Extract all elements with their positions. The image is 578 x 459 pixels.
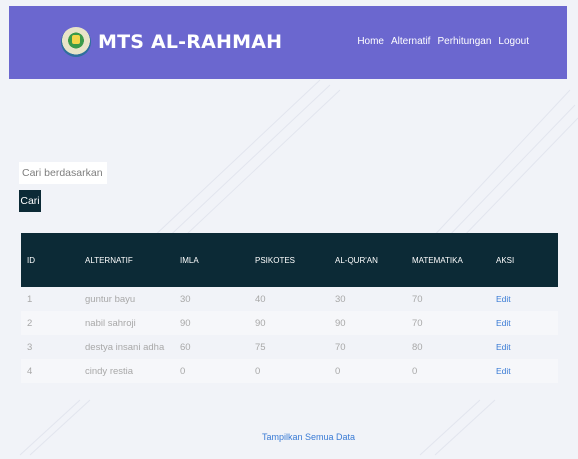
- header-aksi: AKSI: [490, 233, 558, 287]
- cell-imla: 30: [180, 293, 191, 305]
- cell-id: 2: [21, 311, 79, 335]
- cell-alternatif: guntur bayu: [85, 293, 136, 305]
- cell-alternatif: nabil sahroji: [79, 311, 174, 335]
- school-logo-icon: [61, 27, 91, 57]
- table-row: 1 guntur bayu 30 40 30 70 Edit: [21, 287, 558, 311]
- nav-link-home[interactable]: Home: [357, 36, 384, 47]
- table-row: 3 destya insani adha 60 75 70 80 Edit: [21, 335, 558, 359]
- table-row: 4 cindy restia 0 0 0 0 Edit: [21, 359, 558, 383]
- cell-alquran: 30: [335, 293, 346, 305]
- cell-matematika: 70: [406, 311, 490, 335]
- header-alternatif: ALTERNATIF: [79, 233, 174, 287]
- cell-imla: 90: [174, 311, 249, 335]
- cell-psikotes: 75: [255, 341, 266, 353]
- header-psikotes: PSIKOTES: [249, 233, 329, 287]
- edit-link[interactable]: Edit: [496, 366, 511, 376]
- cell-id: 3: [27, 341, 33, 353]
- cell-psikotes: 90: [249, 311, 329, 335]
- edit-link[interactable]: Edit: [496, 294, 511, 304]
- brand-name: MTS AL-RAHMAH: [98, 31, 283, 53]
- header-imla: IMLA: [174, 233, 249, 287]
- cell-imla: 0: [174, 359, 249, 383]
- cell-aksi: Edit: [490, 311, 558, 335]
- header-matematika: MATEMATIKA: [406, 233, 490, 287]
- brand[interactable]: MTS AL-RAHMAH: [61, 24, 282, 60]
- show-all-data-link[interactable]: Tampilkan Semua Data: [262, 432, 355, 442]
- alternatif-table: ID ALTERNATIF IMLA PSIKOTES AL-QUR'AN MA…: [21, 233, 558, 383]
- cell-id: 1: [27, 293, 33, 305]
- header-id: ID: [21, 233, 79, 287]
- cell-aksi: Edit: [490, 287, 558, 311]
- cell-matematika: 70: [412, 293, 423, 305]
- cell-psikotes: 0: [249, 359, 329, 383]
- edit-link[interactable]: Edit: [496, 318, 511, 328]
- cell-aksi: Edit: [490, 335, 558, 359]
- search-input[interactable]: [19, 162, 107, 184]
- cell-alternatif: cindy restia: [79, 359, 174, 383]
- cell-alquran: 0: [329, 359, 406, 383]
- table-row: 2 nabil sahroji 90 90 90 70 Edit: [21, 311, 558, 335]
- search-button[interactable]: Cari: [19, 190, 41, 212]
- header-alquran: AL-QUR'AN: [329, 233, 406, 287]
- cell-alquran: 70: [335, 341, 346, 353]
- nav-link-alternatif[interactable]: Alternatif: [391, 36, 430, 47]
- cell-psikotes: 40: [255, 293, 266, 305]
- nav-link-logout[interactable]: Logout: [498, 36, 529, 47]
- cell-aksi: Edit: [490, 359, 558, 383]
- edit-link[interactable]: Edit: [496, 342, 511, 352]
- table-header-row: ID ALTERNATIF IMLA PSIKOTES AL-QUR'AN MA…: [21, 233, 558, 287]
- navbar: MTS AL-RAHMAH Home Alternatif Perhitunga…: [9, 6, 567, 79]
- cell-matematika: 80: [412, 341, 423, 353]
- cell-matematika: 0: [406, 359, 490, 383]
- cell-imla: 60: [180, 341, 191, 353]
- nav-link-perhitungan[interactable]: Perhitungan: [437, 36, 491, 47]
- cell-id: 4: [21, 359, 79, 383]
- nav-links: Home Alternatif Perhitungan Logout: [357, 36, 529, 47]
- cell-alquran: 90: [329, 311, 406, 335]
- cell-alternatif: destya insani adha: [85, 341, 165, 353]
